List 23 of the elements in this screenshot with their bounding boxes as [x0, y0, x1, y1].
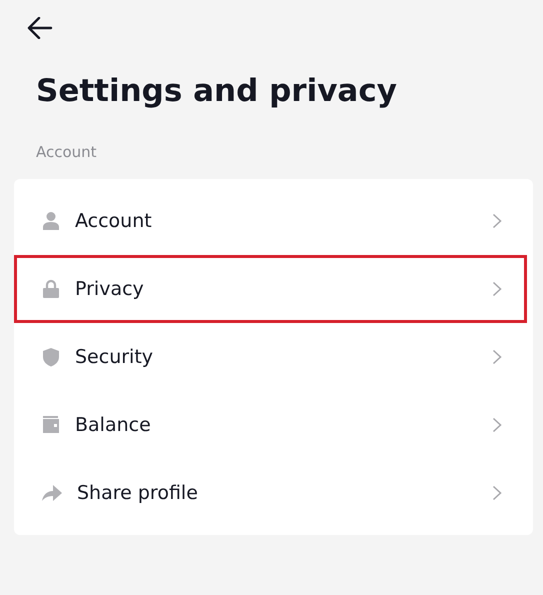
item-label: Account [75, 210, 153, 232]
person-icon [41, 211, 61, 231]
shield-icon [41, 347, 61, 367]
settings-item[interactable]: Privacy [14, 255, 527, 323]
page-title: Settings and privacy [36, 72, 398, 111]
lock-icon [41, 279, 61, 299]
share-icon [41, 483, 63, 503]
chevron-right-icon [492, 417, 502, 433]
chevron-right-icon [492, 281, 502, 297]
chevron-right-icon [492, 213, 502, 229]
settings-item[interactable]: Security [14, 323, 527, 391]
settings-item[interactable]: Share profile [14, 459, 527, 527]
wallet-icon [41, 415, 61, 435]
section-label: Account [36, 142, 98, 162]
chevron-right-icon [492, 349, 502, 365]
item-label: Balance [75, 414, 152, 436]
settings-item[interactable]: Account [14, 187, 527, 255]
back-arrow-icon[interactable] [27, 16, 53, 38]
item-label: Privacy [75, 278, 145, 300]
settings-item[interactable]: Balance [14, 391, 527, 459]
item-label: Share profile [77, 482, 199, 504]
item-label: Security [75, 346, 154, 368]
chevron-right-icon [492, 485, 502, 501]
